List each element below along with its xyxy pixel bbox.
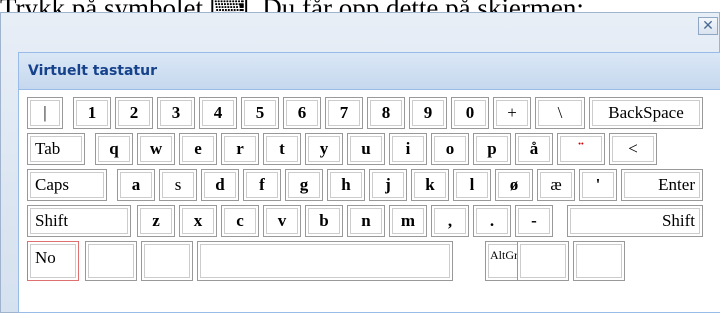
- key-shift-left[interactable]: Shift: [27, 205, 131, 237]
- key-o[interactable]: o: [431, 133, 469, 165]
- key-n[interactable]: n: [347, 205, 385, 237]
- key-l[interactable]: l: [453, 169, 491, 201]
- key-x[interactable]: x: [179, 205, 217, 237]
- key-z[interactable]: z: [137, 205, 175, 237]
- key-ae[interactable]: æ: [537, 169, 575, 201]
- key-3[interactable]: 3: [157, 97, 195, 129]
- key-blank-4[interactable]: [573, 241, 625, 281]
- key-d[interactable]: d: [201, 169, 239, 201]
- key-backslash[interactable]: \: [535, 97, 585, 129]
- key-w[interactable]: w: [137, 133, 175, 165]
- key-less-than[interactable]: <: [609, 133, 657, 165]
- key-diaeresis[interactable]: ¨: [557, 133, 605, 165]
- key-e[interactable]: e: [179, 133, 217, 165]
- key-t[interactable]: t: [263, 133, 301, 165]
- key-p[interactable]: p: [473, 133, 511, 165]
- key-u[interactable]: u: [347, 133, 385, 165]
- key-comma[interactable]: ,: [431, 205, 469, 237]
- key-blank-3[interactable]: [517, 241, 569, 281]
- key-h[interactable]: h: [327, 169, 365, 201]
- key-4[interactable]: 4: [199, 97, 237, 129]
- panel-title: Virtuelt tastatur: [19, 53, 720, 90]
- key-1[interactable]: 1: [73, 97, 111, 129]
- key-6[interactable]: 6: [283, 97, 321, 129]
- key-s[interactable]: s: [159, 169, 197, 201]
- key-q[interactable]: q: [95, 133, 133, 165]
- key-shift-right[interactable]: Shift: [567, 205, 703, 237]
- key-g[interactable]: g: [285, 169, 323, 201]
- key-apostrophe[interactable]: ': [579, 169, 617, 201]
- key-f[interactable]: f: [243, 169, 281, 201]
- key-period[interactable]: .: [473, 205, 511, 237]
- close-icon[interactable]: ✕: [698, 17, 718, 35]
- key-aa[interactable]: å: [515, 133, 553, 165]
- key-2[interactable]: 2: [115, 97, 153, 129]
- key-backspace[interactable]: BackSpace: [589, 97, 703, 129]
- key-oe[interactable]: ø: [495, 169, 533, 201]
- key-j[interactable]: j: [369, 169, 407, 201]
- key-k[interactable]: k: [411, 169, 449, 201]
- key-language-no[interactable]: No: [27, 241, 79, 281]
- key-c[interactable]: c: [221, 205, 259, 237]
- key-a[interactable]: a: [117, 169, 155, 201]
- key-5[interactable]: 5: [241, 97, 279, 129]
- key-enter[interactable]: Enter: [621, 169, 703, 201]
- key-b[interactable]: b: [305, 205, 343, 237]
- key-7[interactable]: 7: [325, 97, 363, 129]
- key-caps[interactable]: Caps: [27, 169, 107, 201]
- key-blank-1[interactable]: [85, 241, 137, 281]
- key-blank-2[interactable]: [141, 241, 193, 281]
- key-0[interactable]: 0: [451, 97, 489, 129]
- key-r[interactable]: r: [221, 133, 259, 165]
- key-i[interactable]: i: [389, 133, 427, 165]
- key-8[interactable]: 8: [367, 97, 405, 129]
- key-pipe[interactable]: |: [27, 97, 63, 129]
- virtual-keyboard-panel: Virtuelt tastatur | 1 2 3 4 5 6 7 8 9 0 …: [18, 52, 720, 313]
- key-space[interactable]: [197, 241, 453, 281]
- key-y[interactable]: y: [305, 133, 343, 165]
- key-m[interactable]: m: [389, 205, 427, 237]
- key-minus[interactable]: -: [515, 205, 553, 237]
- key-9[interactable]: 9: [409, 97, 447, 129]
- key-tab[interactable]: Tab: [27, 133, 85, 165]
- key-plus[interactable]: +: [493, 97, 531, 129]
- key-v[interactable]: v: [263, 205, 301, 237]
